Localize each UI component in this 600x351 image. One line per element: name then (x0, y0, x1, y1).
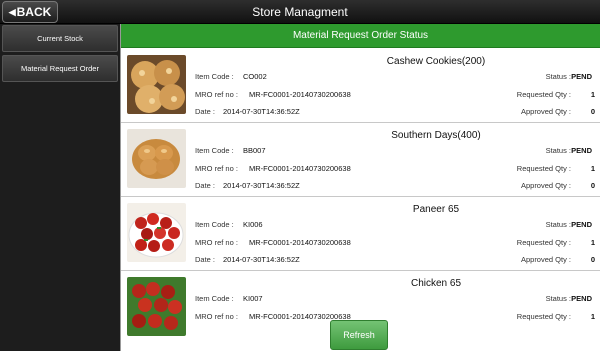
mro-ref-label: MRO ref no : (195, 90, 238, 99)
product-image (127, 55, 186, 114)
product-image (127, 277, 186, 336)
mro-ref-value: MR-FC0001-20140730200638 (249, 164, 351, 173)
app-title: Store Managment (252, 5, 348, 19)
approved-qty-value: 0 (590, 181, 595, 190)
item-name: Chicken 65 (410, 278, 462, 289)
requested-qty-label: Requested Qty : (516, 90, 571, 99)
item-code-value: BB007 (243, 146, 266, 155)
requested-qty-label: Requested Qty : (516, 164, 571, 173)
status-value: PEND (571, 220, 592, 229)
date-value: 2014-07-30T14:36:52Z (223, 107, 300, 116)
requested-qty-value: 1 (590, 164, 595, 173)
item-name: Paneer 65 (412, 204, 460, 215)
status-value: PEND (571, 294, 592, 303)
sidebar: Current Stock Material Request Order (0, 24, 120, 351)
date-value: 2014-07-30T14:36:52Z (223, 255, 300, 264)
status-label: Status : (545, 72, 571, 81)
requested-qty-value: 1 (590, 238, 595, 247)
order-status-panel: Material Request Order Status Cashew Coo… (120, 24, 600, 351)
mro-ref-label: MRO ref no : (195, 164, 238, 173)
status-label: Status : (545, 146, 571, 155)
date-value: 2014-07-30T14:36:52Z (223, 181, 300, 190)
top-bar: ◀ BACK Store Managment (0, 0, 600, 24)
approved-qty-label: Approved Qty : (520, 181, 571, 190)
date-label: Date : (195, 107, 216, 116)
mro-ref-value: MR-FC0001-20140730200638 (249, 238, 351, 247)
approved-qty-label: Approved Qty : (520, 107, 571, 116)
item-name: Southern Days(400) (391, 130, 481, 141)
sidebar-item-label: Current Stock (37, 34, 83, 43)
approved-qty-value: 0 (590, 255, 595, 264)
mro-ref-label: MRO ref no : (195, 312, 238, 321)
sidebar-item-label: Material Request Order (21, 64, 99, 73)
item-code-value: KI007 (243, 294, 263, 303)
item-code-label: Item Code : (195, 220, 234, 229)
refresh-button[interactable]: Refresh (330, 320, 388, 350)
date-label: Date : (195, 255, 216, 264)
item-name: Cashew Cookies(200) (386, 56, 486, 67)
item-code-label: Item Code : (195, 146, 234, 155)
order-row[interactable]: Cashew Cookies(200) Item Code : CO002 MR… (121, 49, 600, 123)
product-image (127, 203, 186, 262)
item-code-value: CO002 (243, 72, 267, 81)
status-value: PEND (571, 72, 592, 81)
requested-qty-label: Requested Qty : (516, 238, 571, 247)
mro-ref-value: MR-FC0001-20140730200638 (249, 90, 351, 99)
sidebar-item-current-stock[interactable]: Current Stock (2, 25, 118, 52)
approved-qty-label: Approved Qty : (520, 255, 571, 264)
requested-qty-value: 1 (590, 90, 595, 99)
product-image (127, 129, 186, 188)
requested-qty-value: 1 (590, 312, 595, 321)
status-label: Status : (545, 220, 571, 229)
item-code-value: KI006 (243, 220, 263, 229)
requested-qty-label: Requested Qty : (516, 312, 571, 321)
panel-title: Material Request Order Status (121, 24, 600, 48)
order-row[interactable]: Southern Days(400) Item Code : BB007 MRO… (121, 123, 600, 197)
sidebar-item-material-request-order[interactable]: Material Request Order (2, 55, 118, 82)
item-code-label: Item Code : (195, 72, 234, 81)
status-label: Status : (545, 294, 571, 303)
order-row[interactable]: Paneer 65 Item Code : KI006 MRO ref no :… (121, 197, 600, 271)
date-label: Date : (195, 181, 216, 190)
mro-ref-label: MRO ref no : (195, 238, 238, 247)
status-value: PEND (571, 146, 592, 155)
item-code-label: Item Code : (195, 294, 234, 303)
approved-qty-value: 0 (590, 107, 595, 116)
